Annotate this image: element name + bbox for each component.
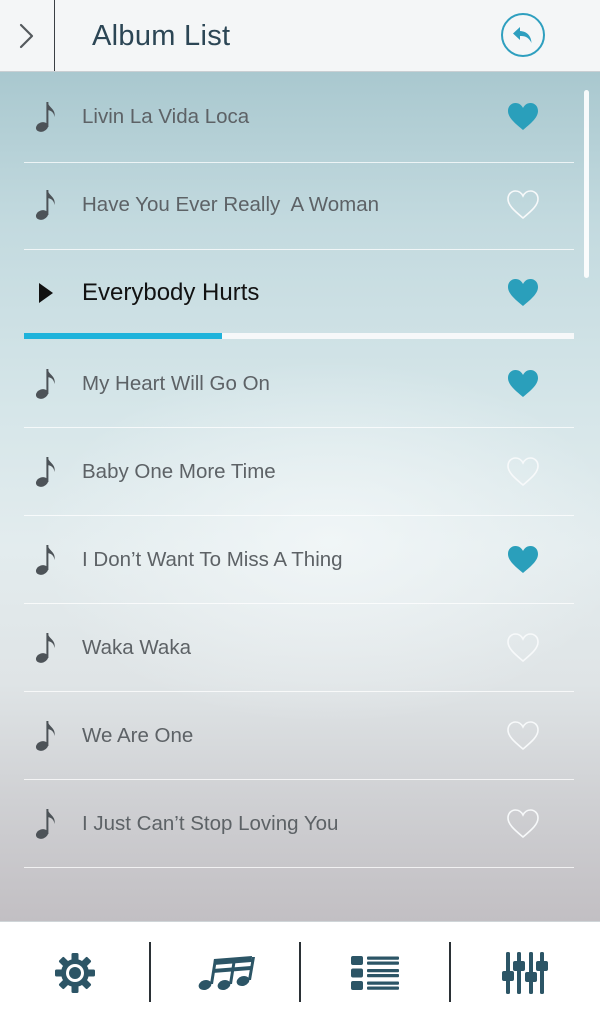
song-title: We Are One	[82, 723, 194, 747]
music-note-icon	[34, 188, 58, 222]
song-title: Livin La Vida Loca	[82, 105, 250, 128]
song-list[interactable]: Livin La Vida Loca Have You Ever Really A…	[0, 72, 600, 921]
music-note-icon	[34, 543, 58, 577]
undo-arrow-icon	[513, 27, 532, 43]
music-note-icon	[34, 807, 58, 841]
music-note-icon	[34, 455, 58, 489]
song-row[interactable]: We Are One	[24, 692, 574, 780]
chevron-right-icon	[19, 23, 34, 48]
heart-filled-icon[interactable]	[506, 101, 540, 133]
music-note-icon	[34, 100, 58, 134]
music-button[interactable]	[150, 922, 300, 1024]
song-row[interactable]: I Don’t Want To Miss A Thing	[24, 516, 574, 604]
song-title: Baby One More Time	[82, 459, 276, 483]
song-row[interactable]: Waka Waka	[24, 604, 574, 692]
page-title: Album List	[92, 20, 231, 52]
equalizer-icon	[502, 952, 548, 994]
playback-progress-fill	[24, 333, 222, 339]
song-title: Have You Ever Really A Woman	[82, 192, 380, 216]
gear-icon	[55, 953, 95, 993]
song-title: Waka Waka	[82, 635, 191, 659]
heart-outline-icon[interactable]	[506, 189, 540, 221]
heart-filled-icon[interactable]	[506, 544, 540, 576]
heart-outline-icon[interactable]	[506, 808, 540, 840]
playlist-button[interactable]	[300, 922, 450, 1024]
song-title: I Just Can’t Stop Loving You	[82, 811, 339, 835]
heart-outline-icon[interactable]	[506, 720, 540, 752]
play-icon	[34, 276, 58, 310]
song-title: I Don’t Want To Miss A Thing	[82, 547, 343, 571]
heart-outline-icon[interactable]	[506, 456, 540, 488]
song-row[interactable]: Livin La Vida Loca	[24, 72, 574, 163]
list-icon	[351, 956, 399, 990]
music-notes-icon	[198, 956, 255, 990]
scrollbar[interactable]	[584, 90, 589, 278]
song-title: Everybody Hurts	[82, 279, 260, 306]
music-note-icon	[34, 719, 58, 753]
bottom-toolbar	[0, 921, 600, 1024]
back-button[interactable]	[0, 0, 55, 71]
music-app: Album List Livin La Vida Loca Have You Ev…	[0, 0, 600, 1024]
heart-filled-icon[interactable]	[506, 277, 540, 309]
music-note-icon	[34, 631, 58, 665]
music-note-icon	[34, 367, 58, 401]
header-bar: Album List	[0, 0, 600, 72]
song-row[interactable]: I Just Can’t Stop Loving You	[24, 780, 574, 868]
equalizer-button[interactable]	[450, 922, 600, 1024]
song-title: My Heart Will Go On	[82, 371, 270, 395]
settings-button[interactable]	[0, 922, 150, 1024]
heart-outline-icon[interactable]	[506, 632, 540, 664]
return-button[interactable]	[501, 13, 545, 57]
song-row[interactable]: My Heart Will Go On	[24, 340, 574, 428]
heart-filled-icon[interactable]	[506, 368, 540, 400]
song-row[interactable]: Everybody Hurts	[24, 248, 574, 338]
playback-progress-bar[interactable]	[24, 333, 574, 339]
song-row[interactable]: Baby One More Time	[24, 428, 574, 516]
song-row[interactable]: Have You Ever Really A Woman	[24, 160, 574, 250]
